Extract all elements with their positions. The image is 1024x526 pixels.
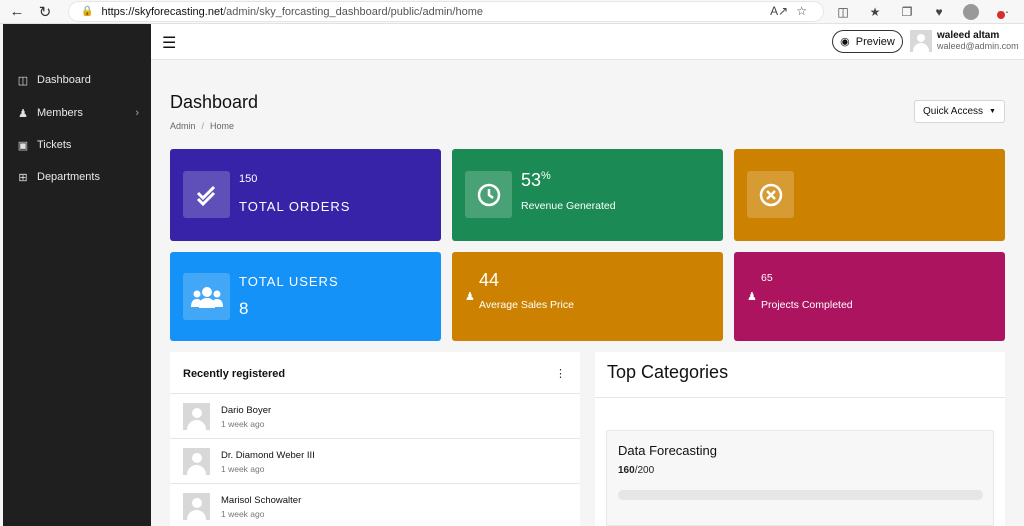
sidebar-item-label: Departments	[37, 171, 100, 183]
projects-completed-card: 65 ♟ Projects Completed	[734, 252, 1005, 341]
users-icon: ♟	[18, 107, 28, 120]
list-item[interactable]: Dario Boyer 1 week ago	[170, 393, 580, 438]
avatar	[183, 403, 210, 430]
sidebar-item-label: Dashboard	[37, 74, 91, 86]
total-orders-value: 150	[239, 173, 258, 185]
hamburger-menu-icon[interactable]: ☰	[162, 33, 176, 53]
lock-icon: 🔒	[81, 6, 94, 17]
sidebar-item-label: Members	[37, 107, 83, 119]
member-time: 1 week ago	[221, 419, 265, 429]
cancel-icon-box	[747, 171, 794, 218]
category-count: 160/200	[618, 465, 655, 476]
progress-fill	[618, 490, 910, 500]
favorite-star-icon[interactable]: ☆	[796, 4, 807, 18]
top-categories-title: Top Categories	[607, 362, 729, 382]
total-users-label: TOTAL USERS	[239, 274, 339, 289]
users-icon	[190, 286, 223, 308]
user-name: waleed altam	[937, 30, 1000, 41]
revenue-card: 53% Revenue Generated	[452, 149, 723, 241]
breadcrumb-home: Home	[210, 121, 235, 131]
projects-completed-label: Projects Completed	[761, 299, 853, 311]
sidebar-item-departments[interactable]: ⊞ Departments	[3, 165, 151, 189]
url-host: https://skyforecasting.net	[101, 5, 224, 18]
category-card: Data Forecasting 160/200	[606, 430, 994, 526]
average-sales-card: 44 ♟ Average Sales Price	[452, 252, 723, 341]
revenue-value: 53%	[521, 170, 551, 190]
clock-icon	[477, 183, 500, 206]
refresh-icon[interactable]: ↻	[34, 1, 56, 23]
notification-badge	[997, 11, 1005, 19]
split-screen-icon[interactable]: ◫	[832, 2, 854, 22]
sidebar: ◫ Dashboard ♟ Members › ▣ Tickets ⊞ Depa…	[3, 24, 151, 526]
columns-icon: ◫	[17, 74, 29, 87]
category-name: Data Forecasting	[618, 443, 717, 458]
revenue-label: Revenue Generated	[521, 200, 616, 212]
list-item[interactable]: Marisol Schowalter 1 week ago	[170, 483, 580, 526]
address-bar[interactable]: 🔒 https://skyforecasting.net/admin/sky_f…	[68, 1, 824, 22]
status-card	[734, 149, 1005, 241]
inbox-icon: ▣	[17, 139, 29, 152]
profile-icon[interactable]	[960, 2, 982, 22]
top-categories-panel: Top Categories Data Forecasting 160/200	[595, 352, 1005, 526]
preview-button[interactable]: ◉ Preview	[832, 30, 903, 53]
member-name: Dr. Diamond Weber III	[221, 450, 315, 461]
average-sales-value: 44	[479, 270, 500, 290]
sidebar-item-members[interactable]: ♟ Members ›	[3, 101, 151, 125]
grid-icon: ⊞	[18, 171, 28, 184]
avatar	[183, 448, 210, 475]
back-icon[interactable]: ←	[6, 1, 28, 23]
url-path: /admin/sky_forcasting_dashboard/public/a…	[223, 5, 483, 18]
projects-completed-value: 65	[761, 272, 773, 284]
quick-access-label: Quick Access	[923, 106, 984, 117]
check-icon-box	[183, 171, 230, 218]
sidebar-item-tickets[interactable]: ▣ Tickets	[3, 133, 151, 157]
recently-registered-panel: Recently registered ⋮ Dario Boyer 1 week…	[170, 352, 580, 526]
total-users-value: 8	[239, 299, 249, 318]
total-orders-label: TOTAL ORDERS	[239, 199, 351, 214]
top-header: ☰ ◉ Preview waleed altam waleed@admin.co…	[151, 24, 1024, 60]
list-item[interactable]: Dr. Diamond Weber III 1 week ago	[170, 438, 580, 483]
member-name: Marisol Schowalter	[221, 495, 302, 506]
read-aloud-icon[interactable]: A↗	[770, 4, 788, 18]
users-small-icon: ♟	[747, 291, 757, 303]
sidebar-item-dashboard[interactable]: ◫ Dashboard	[3, 68, 151, 92]
breadcrumb-admin[interactable]: Admin	[170, 121, 196, 131]
page-title: Dashboard	[170, 92, 259, 112]
quick-access-button[interactable]: Quick Access ▼	[914, 100, 1005, 123]
recent-title: Recently registered	[183, 368, 286, 380]
sidebar-item-label: Tickets	[37, 139, 72, 151]
total-orders-card: 150 TOTAL ORDERS	[170, 149, 441, 241]
category-progress-bar	[618, 490, 983, 500]
users-icon-box	[183, 273, 230, 320]
preview-label: Preview	[855, 35, 895, 48]
favorites-icon[interactable]: ★	[864, 2, 886, 22]
avatar	[183, 493, 210, 520]
users-small-icon: ♟	[465, 291, 475, 303]
caret-down-icon: ▼	[989, 108, 996, 115]
cancel-circle-icon	[759, 183, 782, 206]
more-vertical-icon[interactable]: ⋮	[555, 367, 566, 380]
breadcrumb: Admin / Home	[170, 121, 235, 131]
browser-toolbar: ← ↻ 🔒 https://skyforecasting.net/admin/s…	[0, 0, 1024, 24]
double-check-icon	[196, 185, 215, 206]
average-sales-label: Average Sales Price	[479, 299, 574, 311]
member-time: 1 week ago	[221, 509, 265, 519]
user-email: waleed@admin.com	[937, 41, 1019, 51]
collections-icon[interactable]: ❐	[896, 2, 918, 22]
clock-icon-box	[465, 171, 512, 218]
avatar[interactable]	[910, 30, 932, 52]
divider	[595, 397, 1005, 398]
chevron-right-icon: ›	[135, 107, 139, 119]
extension-icon[interactable]: ♥	[928, 2, 950, 22]
total-users-card: TOTAL USERS 8	[170, 252, 441, 341]
member-time: 1 week ago	[221, 464, 265, 474]
member-name: Dario Boyer	[221, 405, 272, 416]
eye-icon: ◉	[840, 36, 850, 48]
